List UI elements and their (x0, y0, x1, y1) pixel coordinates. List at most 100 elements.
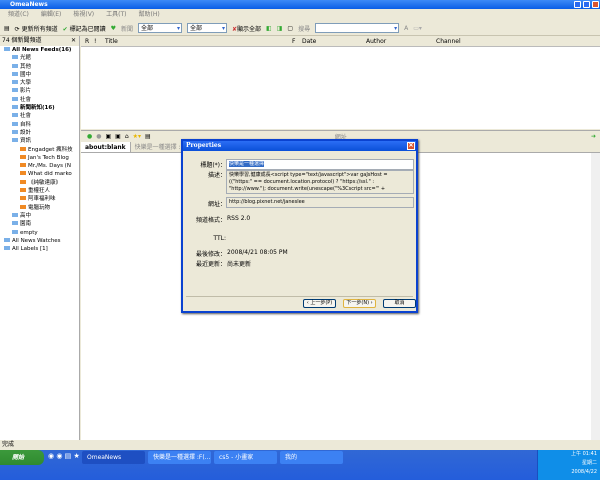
feed-tree-item[interactable]: What did marko (0, 170, 79, 178)
feed-tree-label: 社會 (20, 113, 32, 120)
clock-day: 星期二 (581, 460, 597, 466)
feed-icon (20, 171, 26, 176)
feed-tree-item[interactable]: 設計 (0, 129, 79, 137)
folder-icon (12, 221, 18, 226)
system-tray: 上午 01:41 星期二 2008/4/22 (537, 450, 600, 480)
title-input[interactable]: 快樂是一種選擇 (226, 159, 414, 170)
article-list[interactable] (81, 47, 600, 129)
feed-icon (20, 163, 26, 168)
feed-tree-item[interactable]: empty (0, 229, 79, 237)
search-label: 搜尋 (298, 25, 311, 33)
search-input[interactable] (315, 23, 400, 33)
feed-tree-label: 新聞新知(16) (20, 105, 55, 112)
feed-tree-item[interactable]: Jan's Tech Blog (0, 154, 79, 162)
nav-icon-3[interactable]: ▢ (287, 25, 293, 32)
feed-tree-item[interactable]: 光館 (0, 54, 79, 62)
menu-edit[interactable]: 編輯(E) (41, 9, 61, 21)
feed-tree-item[interactable]: All Labels [1] (0, 245, 79, 253)
feed-tree-item[interactable]: 電腦玩物 (0, 204, 79, 212)
feed-tree-item[interactable]: All News Feeds(16) (0, 46, 79, 54)
filter-select-2[interactable]: 全部 (187, 23, 227, 33)
status-bar: 完成 (2, 441, 15, 448)
mark-read-button[interactable]: ✔ 標記為已閱讀 (63, 24, 106, 33)
taskbar: 開始 ◉ ◉ ▤ ★ OmeaNews 快樂是一種選擇 :F(... cs5 -… (0, 450, 600, 480)
task-label: 快樂是一種選擇 :F(... (153, 454, 211, 461)
quick-launch-icons[interactable]: ◉ ◉ ▤ ★ (48, 452, 80, 460)
col-f[interactable]: F (292, 36, 295, 47)
feed-tree-label: 社會 (20, 96, 32, 103)
col-read[interactable]: R (85, 36, 89, 47)
folder-icon (12, 63, 18, 68)
feed-tree-item[interactable]: 新聞新知(16) (0, 104, 79, 112)
feed-tree-item[interactable]: 高中 (0, 212, 79, 220)
format-value: RSS 2.0 (227, 215, 251, 222)
col-flag[interactable]: ! (94, 36, 96, 47)
favorites-icon[interactable]: ★▾ (133, 133, 141, 140)
task-omeanews[interactable]: OmeaNews (82, 451, 145, 464)
show-all-button[interactable]: ✘顯示全部 (232, 24, 261, 33)
feed-tree-label: 阿車福利味 (28, 196, 56, 203)
feed-tree-item[interactable]: 資訊 (0, 137, 79, 145)
clock-date: 2008/4/22 (571, 469, 597, 475)
close-button[interactable] (592, 1, 599, 8)
feed-tree-item[interactable]: 社會 (0, 96, 79, 104)
prev-button[interactable]: ‹ 上一步(P) (303, 299, 336, 308)
cancel-button[interactable]: 取消 (383, 299, 416, 308)
feed-tree-label: 園南 (20, 221, 32, 228)
folder-icon (12, 212, 18, 217)
page-icon[interactable]: ▤ (145, 133, 151, 140)
minimize-button[interactable] (574, 1, 581, 8)
feed-tree-item[interactable]: 自科 (0, 121, 79, 129)
refresh-icon[interactable]: ▣ (115, 133, 121, 140)
find-icon[interactable]: A (404, 25, 408, 32)
nav-icon-1[interactable]: ◧ (266, 25, 272, 32)
feed-tree-item[interactable]: All News Watches (0, 237, 79, 245)
feed-tree-item[interactable]: 阿車福利味 (0, 195, 79, 203)
task-browser[interactable]: 快樂是一種選擇 :F(... (148, 451, 211, 464)
feed-tree-item[interactable]: 園南 (0, 220, 79, 228)
tab-about-blank[interactable]: about:blank (81, 142, 131, 152)
col-date[interactable]: Date (302, 36, 316, 47)
go-icon[interactable]: ➜ (591, 133, 596, 140)
feed-tree-item[interactable]: 國中 (0, 71, 79, 79)
col-channel[interactable]: Channel (436, 36, 461, 47)
close-panel-icon[interactable]: ✕ (71, 36, 76, 46)
filter-select-1[interactable]: 全部 (138, 23, 182, 33)
menu-help[interactable]: 幫助(H) (139, 9, 160, 21)
menu-view[interactable]: 檢視(V) (73, 9, 94, 21)
home-icon[interactable]: ⌂ (125, 133, 129, 140)
feed-tree-item[interactable]: 《純敏達康》 (0, 179, 79, 187)
feed-tree-item[interactable]: 大學 (0, 79, 79, 87)
feed-tree-item[interactable]: Engadget 瘋科技 (0, 146, 79, 154)
divider (186, 296, 413, 297)
col-title[interactable]: Title (105, 36, 118, 47)
desc-textarea[interactable]: 快樂學習,健康成長<script type="text/javascript">… (226, 170, 414, 194)
task-label: 我的 (285, 454, 298, 461)
feed-tree-item[interactable]: 其他 (0, 63, 79, 71)
clock-time[interactable]: 上午 01:41 (538, 450, 597, 459)
feed-tree-item[interactable]: 社會 (0, 112, 79, 120)
side-scrollbar[interactable] (591, 153, 600, 440)
col-author[interactable]: Author (366, 36, 386, 47)
task-paint[interactable]: cs5 - 小畫家 (214, 451, 277, 464)
new-feed-icon[interactable]: ▤ (4, 25, 10, 32)
forward-icon[interactable]: ● (96, 133, 101, 140)
next-button[interactable]: 下一步(N) › (343, 299, 376, 308)
menu-tools[interactable]: 工具(T) (106, 9, 126, 21)
feed-tree-label: What did marko (28, 171, 72, 178)
task-mine[interactable]: 我的 (280, 451, 343, 464)
start-button[interactable]: 開始 (0, 450, 44, 465)
options-icon[interactable]: ▭▾ (413, 25, 422, 32)
maximize-button[interactable] (583, 1, 590, 8)
menu-channel[interactable]: 頻道(C) (8, 9, 29, 21)
update-all-button[interactable]: ⟳ 更新所有頻道 (15, 24, 58, 33)
dialog-close-button[interactable]: ✕ (407, 142, 415, 150)
feed-tree-item[interactable]: 影片 (0, 87, 79, 95)
back-icon[interactable]: ● (87, 133, 92, 140)
feed-tree-item[interactable]: 重權狂人 (0, 187, 79, 195)
url-field[interactable]: http://blog.pixnet.net/janeslee (226, 197, 414, 208)
heart-icon[interactable]: ♥ (111, 25, 116, 32)
feed-tree-item[interactable]: Mr./Ms. Days (N (0, 162, 79, 170)
nav-icon-2[interactable]: ◨ (277, 25, 283, 32)
stop-icon[interactable]: ▣ (106, 133, 112, 140)
